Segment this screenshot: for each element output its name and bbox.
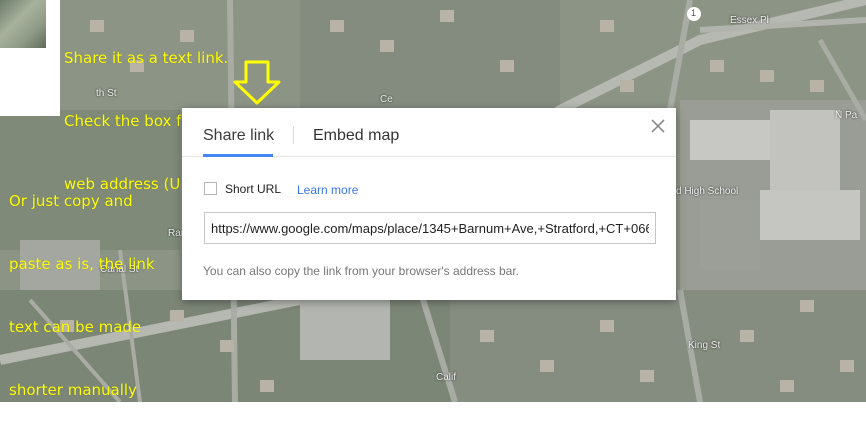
street-label-ce: Ce [380,94,393,105]
street-label-calif: Calif [436,372,457,383]
annotation-left-line4: shorter manually [9,381,137,399]
annotation-left-line3: text can be made [9,318,142,336]
street-label-essex: Essex Pl [730,15,769,26]
short-url-label[interactable]: Short URL [225,182,281,196]
annotation-left: Or just copy and paste as is, the link t… [9,149,155,422]
place-thumbnail-image[interactable] [0,0,46,48]
street-label-npa: N Pa [835,110,858,121]
learn-more-link[interactable]: Learn more [297,183,358,197]
share-link-field[interactable] [204,212,656,244]
route-shield-label: 1 [691,8,697,18]
annotation-left-line1: Or just copy and [9,192,133,210]
short-url-checkbox[interactable] [204,182,217,195]
school-label: d High School [676,186,739,197]
place-thumbnail-panel [0,0,60,116]
address-bar-hint: You can also copy the link from your bro… [203,264,520,278]
annotation-left-line2: paste as is, the link [9,255,155,273]
active-tab-indicator [203,154,273,157]
tab-embed-map[interactable]: Embed map [313,127,399,145]
share-dialog: Share link Embed map Short URL Learn mor… [182,108,676,300]
street-label-king: King St [688,340,721,351]
tab-divider [293,126,294,144]
tab-share-link[interactable]: Share link [203,127,274,145]
arrow-down-icon [233,60,281,105]
close-icon[interactable] [648,116,668,136]
share-dialog-tabs: Share link Embed map [182,108,676,157]
annotation-top-line1: Share it as a text link. [64,49,229,67]
